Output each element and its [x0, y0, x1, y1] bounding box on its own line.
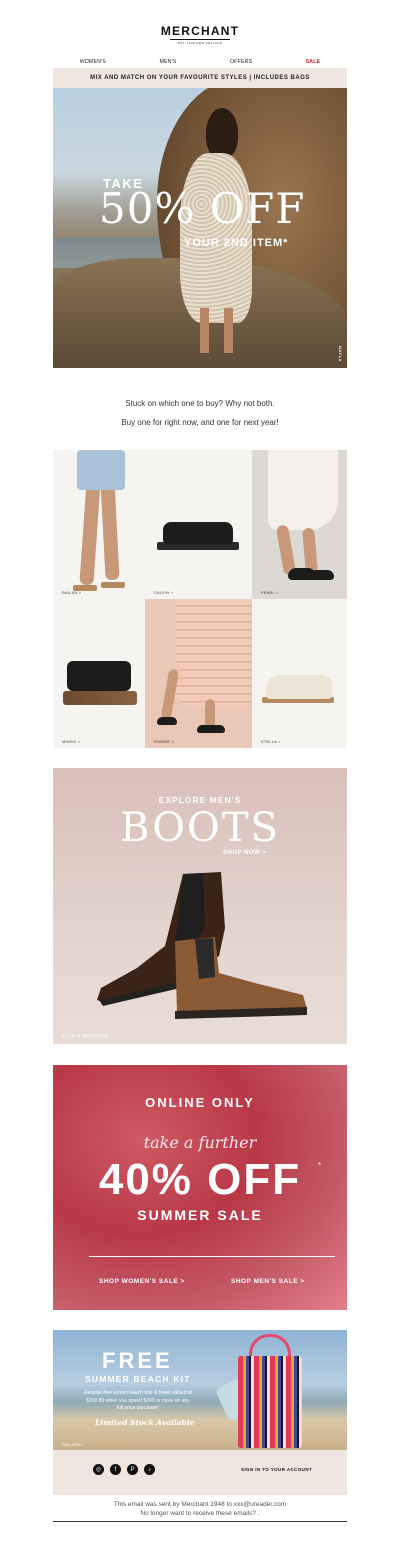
product-image	[100, 479, 120, 581]
product-label[interactable]: MINGO >	[62, 740, 80, 744]
product-label[interactable]: ROBBIE >	[154, 740, 174, 744]
kit-name: SUMMER BEACH KIT	[85, 1374, 191, 1384]
model-hair	[206, 108, 238, 158]
kit-tcs: *T&Cs APPLY	[61, 1443, 83, 1447]
merchant-logo[interactable]: MERCHANT EST. 1948 NEW ZEALAND	[0, 24, 400, 45]
model-leg	[224, 308, 233, 353]
product-grid: RAILAN > CALVIN > PEARL > MINGO > ROBBIE…	[53, 450, 347, 748]
hero-model-image	[168, 108, 258, 363]
logo-wordmark: MERCHANT	[160, 24, 240, 38]
logo-tagline: EST. 1948 NEW ZEALAND	[177, 41, 223, 45]
sale-asterisk: *	[318, 1161, 322, 1170]
product-tile-railan[interactable]: RAILAN >	[53, 450, 145, 599]
boots-title: BOOTS	[120, 805, 280, 851]
product-image	[163, 522, 233, 544]
sale-percent: 40% OFF	[98, 1155, 302, 1204]
shop-womens-sale-button[interactable]: SHOP WOMEN'S SALE >	[99, 1278, 185, 1285]
footer-bar: ◎ f P ♪ SIGN IN TO YOUR ACCOUNT	[53, 1450, 347, 1495]
product-image	[77, 450, 125, 490]
footer-unsubscribe-link[interactable]: No longer want to receive these emails? …	[53, 1509, 347, 1518]
beach-kit-banner[interactable]: FREE SUMMER BEACH KIT Receive free woven…	[53, 1330, 347, 1450]
sale-online-only: ONLINE ONLY	[145, 1095, 255, 1110]
summer-sale-banner[interactable]: ONLINE ONLY take a further 40% OFF * SUM…	[53, 1065, 347, 1310]
product-tile-pearl[interactable]: PEARL >	[252, 450, 347, 599]
product-image	[310, 570, 334, 580]
footer-text: This email was sent by Merchant 1948 to …	[53, 1500, 347, 1518]
product-label[interactable]: PEARL >	[261, 591, 279, 595]
sign-in-link[interactable]: SIGN IN TO YOUR ACCOUNT	[241, 1467, 312, 1472]
product-label[interactable]: CALVIN >	[154, 591, 173, 595]
tan-boot-image	[175, 937, 307, 1019]
shop-mens-sale-button[interactable]: SHOP MEN'S SALE >	[231, 1278, 305, 1285]
product-tile-robbie[interactable]: ROBBIE >	[145, 599, 252, 748]
sale-summer-title: SUMMER SALE	[137, 1207, 263, 1223]
product-image	[79, 479, 101, 586]
facebook-icon[interactable]: f	[110, 1464, 121, 1475]
hero-headline: 50% OFF	[99, 184, 306, 233]
product-image	[63, 691, 137, 705]
promo-bar-text: MIX AND MATCH ON YOUR FAVOURITE STYLES |…	[90, 75, 310, 81]
hero-subheadline: YOUR 2ND ITEM*	[184, 237, 289, 249]
beach-tote-image	[238, 1356, 302, 1448]
social-icons: ◎ f P ♪	[93, 1464, 155, 1475]
footer-sent-by: This email was sent by Merchant 1948 to …	[113, 1501, 287, 1508]
nav-womens[interactable]: WOMEN'S	[80, 59, 106, 65]
product-tile-stella[interactable]: STELLA >	[252, 599, 347, 748]
product-image	[157, 717, 177, 725]
sale-divider	[89, 1256, 335, 1257]
model-leg	[200, 308, 209, 353]
product-label[interactable]: STELLA >	[261, 740, 281, 744]
kit-description: Receive free woven beach tote & towel va…	[83, 1390, 193, 1411]
nav-offers[interactable]: OFFERS	[230, 59, 252, 65]
intro-copy: Stuck on which one to buy? Why not both.…	[53, 394, 347, 432]
product-label[interactable]: RAILAN >	[62, 591, 81, 595]
product-image	[302, 527, 318, 574]
boots-credit: KYLE & BRENDON	[62, 1033, 109, 1038]
tiktok-icon[interactable]: ♪	[144, 1464, 155, 1475]
product-image	[67, 661, 131, 691]
product-tile-calvin[interactable]: CALVIN >	[145, 450, 252, 599]
instagram-icon[interactable]: ◎	[93, 1464, 104, 1475]
intro-line-2: Buy one for right now, and one for next …	[121, 418, 279, 427]
product-image	[266, 675, 332, 699]
kit-limited-stock: Limited Stock Available	[95, 1418, 195, 1427]
hero-banner[interactable]: TAKE 50% OFF YOUR 2ND ITEM* NAYLA	[53, 88, 347, 368]
pinterest-icon[interactable]: P	[127, 1464, 138, 1475]
main-nav: WOMEN'S MEN'S OFFERS SALE	[53, 56, 347, 68]
product-image	[268, 450, 338, 530]
product-tile-mingo[interactable]: MINGO >	[53, 599, 145, 748]
product-image	[175, 599, 252, 709]
mens-boots-banner[interactable]: EXPLORE MEN'S BOOTS SHOP NOW > KYLE & BR…	[53, 768, 347, 1044]
hero-credit: NAYLA	[338, 346, 343, 362]
kit-free: FREE	[102, 1348, 173, 1373]
nav-mens[interactable]: MEN'S	[159, 59, 176, 65]
logo-rule	[170, 39, 230, 40]
boots-shop-now-link[interactable]: SHOP NOW >	[223, 850, 266, 856]
nav-sale[interactable]: SALE	[306, 59, 321, 65]
footer-rule	[53, 1521, 347, 1522]
sale-further: take a further	[143, 1133, 257, 1152]
promo-bar[interactable]: MIX AND MATCH ON YOUR FAVOURITE STYLES |…	[53, 68, 347, 88]
product-image	[197, 725, 225, 733]
product-image	[101, 582, 125, 588]
intro-line-1: Stuck on which one to buy? Why not both.	[125, 399, 275, 408]
boots-explore: EXPLORE MEN'S	[158, 795, 242, 805]
